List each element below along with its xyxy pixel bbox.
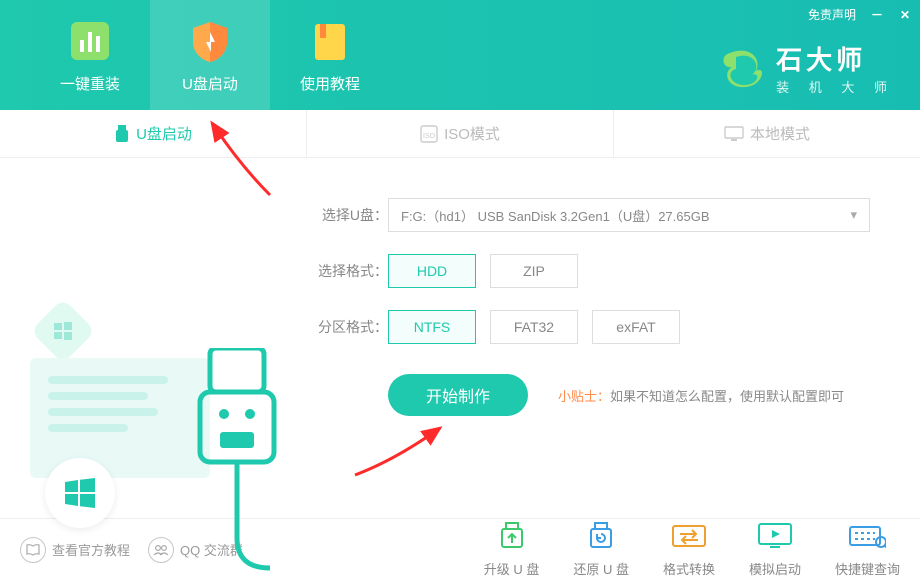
windows-logo-icon bbox=[45, 458, 115, 528]
usb-icon bbox=[114, 125, 130, 143]
disclaimer-link[interactable]: 免责声明 bbox=[808, 6, 856, 23]
partition-exfat[interactable]: exFAT bbox=[592, 310, 680, 344]
hotkey-lookup[interactable]: 快捷键查询 bbox=[835, 521, 900, 578]
brand: 石大师 装 机 大 师 bbox=[720, 40, 895, 96]
people-icon bbox=[148, 537, 174, 563]
illustration bbox=[0, 158, 300, 518]
brand-subtitle: 装 机 大 师 bbox=[776, 77, 895, 96]
partition-ntfs[interactable]: NTFS bbox=[388, 310, 476, 344]
book-open-icon bbox=[20, 537, 46, 563]
bottom-bar: 查看官方教程 QQ 交流群 升级 U 盘 还原 U 盘 格式转换 模拟启动 快捷… bbox=[0, 518, 920, 580]
nav-usb-boot[interactable]: U盘启动 bbox=[150, 0, 270, 110]
usb-refresh-icon bbox=[582, 521, 620, 553]
window-controls: 免责声明 － ✕ bbox=[808, 6, 912, 23]
action-label: 格式转换 bbox=[663, 559, 715, 578]
format-zip[interactable]: ZIP bbox=[490, 254, 578, 288]
book-icon bbox=[306, 17, 354, 65]
partition-options: NTFS FAT32 exFAT bbox=[388, 310, 680, 344]
subtab-label: ISO模式 bbox=[444, 123, 500, 144]
partition-fat32[interactable]: FAT32 bbox=[490, 310, 578, 344]
upgrade-usb[interactable]: 升级 U 盘 bbox=[484, 521, 540, 578]
drive-value: F:G:（hd1） USB SanDisk 3.2Gen1（U盘）27.65GB bbox=[401, 206, 710, 225]
action-label: 快捷键查询 bbox=[835, 559, 900, 578]
nav-label: 使用教程 bbox=[300, 73, 360, 94]
format-label: 选择格式： bbox=[310, 261, 388, 281]
drive-select[interactable]: F:G:（hd1） USB SanDisk 3.2Gen1（U盘）27.65GB bbox=[388, 198, 870, 232]
drive-label: 选择U盘： bbox=[310, 205, 388, 225]
nav-tabs: 一键重装 U盘启动 使用教程 bbox=[0, 0, 390, 110]
close-button[interactable]: ✕ bbox=[898, 8, 912, 22]
form-area: 选择U盘： F:G:（hd1） USB SanDisk 3.2Gen1（U盘）2… bbox=[300, 158, 920, 518]
usb-up-icon bbox=[493, 521, 531, 553]
minimize-button[interactable]: － bbox=[870, 6, 884, 23]
convert-icon bbox=[670, 521, 708, 553]
partition-label: 分区格式： bbox=[310, 317, 388, 337]
subtab-local[interactable]: 本地模式 bbox=[614, 110, 920, 157]
nav-tutorial[interactable]: 使用教程 bbox=[270, 0, 390, 110]
action-label: 升级 U 盘 bbox=[484, 559, 540, 578]
main-content: 选择U盘： F:G:（hd1） USB SanDisk 3.2Gen1（U盘）2… bbox=[0, 158, 920, 518]
tip-content: 如果不知道怎么配置，使用默认配置即可 bbox=[610, 389, 844, 404]
brand-logo-icon bbox=[720, 45, 766, 91]
nav-label: 一键重装 bbox=[60, 73, 120, 94]
link-label: 查看官方教程 bbox=[52, 540, 130, 559]
bottom-right: 升级 U 盘 还原 U 盘 格式转换 模拟启动 快捷键查询 bbox=[484, 521, 900, 578]
format-hdd[interactable]: HDD bbox=[388, 254, 476, 288]
restore-usb[interactable]: 还原 U 盘 bbox=[573, 521, 629, 578]
subtab-iso[interactable]: ISO ISO模式 bbox=[307, 110, 614, 157]
iso-icon: ISO bbox=[420, 125, 438, 143]
action-label: 模拟启动 bbox=[749, 559, 801, 578]
windows-tile-icon bbox=[30, 298, 95, 363]
subtab-usb[interactable]: U盘启动 bbox=[0, 110, 307, 157]
usb-cable-icon bbox=[180, 348, 290, 583]
subtab-label: U盘启动 bbox=[136, 123, 192, 144]
tip-label: 小贴士： bbox=[558, 389, 610, 404]
play-monitor-icon bbox=[756, 521, 794, 553]
subtab-label: 本地模式 bbox=[750, 123, 810, 144]
svg-text:ISO: ISO bbox=[423, 133, 436, 140]
format-options: HDD ZIP bbox=[388, 254, 578, 288]
action-label: 还原 U 盘 bbox=[573, 559, 629, 578]
format-convert[interactable]: 格式转换 bbox=[663, 521, 715, 578]
bar-chart-icon bbox=[66, 17, 114, 65]
nav-reinstall[interactable]: 一键重装 bbox=[30, 0, 150, 110]
monitor-icon bbox=[724, 126, 744, 142]
tip-text: 小贴士：如果不知道怎么配置，使用默认配置即可 bbox=[558, 386, 844, 405]
start-button[interactable]: 开始制作 bbox=[388, 374, 528, 416]
simulate-boot[interactable]: 模拟启动 bbox=[749, 521, 801, 578]
header: 一键重装 U盘启动 使用教程 石大师 装 机 大 师 免责声明 － ✕ bbox=[0, 0, 920, 110]
keyboard-search-icon bbox=[848, 521, 886, 553]
brand-title: 石大师 bbox=[776, 40, 895, 77]
tutorial-link[interactable]: 查看官方教程 bbox=[20, 537, 130, 563]
nav-label: U盘启动 bbox=[182, 73, 238, 94]
shield-usb-icon bbox=[186, 17, 234, 65]
sub-tabs: U盘启动 ISO ISO模式 本地模式 bbox=[0, 110, 920, 158]
